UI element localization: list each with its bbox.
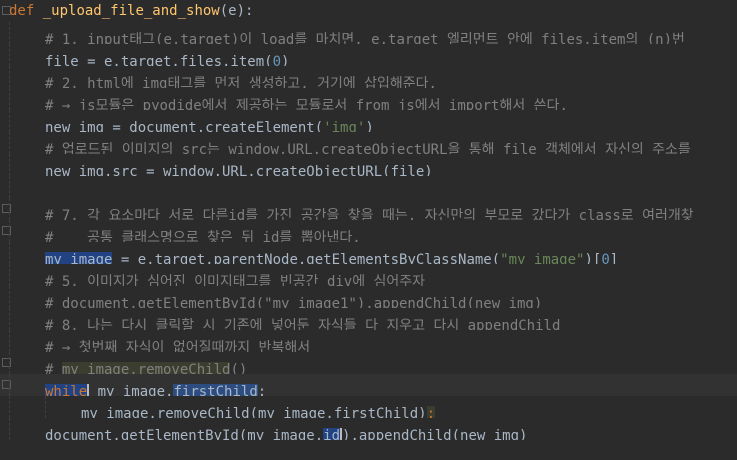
code-line[interactable]: # → 첫번째 자식이 없어질때까지 반복해서 [0,330,737,352]
function-params: (e): [219,3,254,19]
code-text: ).appendChild(new_img) [342,428,528,440]
selected-identifier: my_image [45,252,113,264]
comment: # → js모듈은 pyodide에서 제공하는 모듈로서 from js에서 … [45,98,568,110]
code-line-current[interactable]: while my_image.firstChild: [0,374,737,396]
code-line[interactable]: file = e.target.files.item(0) [0,44,737,66]
code-text: ) [365,120,374,132]
code-editor[interactable]: def _upload_file_and_show(e): # 1. input… [0,0,737,460]
code-text: = e.target.parentNode.getElementsByClass… [112,252,501,264]
number-literal: 0 [601,252,610,264]
code-line[interactable]: new_img.src = window.URL.createObjectURL… [0,154,737,176]
comment: # document.getElementById("my_image1").a… [45,296,543,308]
selected-identifier: id [323,428,343,440]
code-text: ) [281,54,290,66]
comment: # 1. input태그(e.target)이 load를 마치면, e.tar… [45,32,685,44]
code-line[interactable]: # 2. html에 img태그를 먼저 생성하고, 거기에 삽입해준다. [0,66,737,88]
code-line[interactable]: # → js모듈은 pyodide에서 제공하는 모듈로서 from js에서 … [0,88,737,110]
code-line[interactable]: # 업로드된 이미지의 src는 window.URL.createObject… [0,132,737,154]
identifier: my_image [97,384,166,396]
function-name: _upload_file_and_show [42,3,220,19]
code-text: new_img.src = window.URL.createObjectURL… [45,164,433,176]
code-text: )[ [584,252,602,264]
string-literal: "my_image" [500,252,585,264]
selected-attribute: firstChild [173,384,258,396]
comment: # 2. html에 img태그를 먼저 생성하고, 거기에 삽입해준다. [45,76,437,88]
highlighted-comment: my_image.removeChild [61,362,231,374]
string-literal: 'img' [323,120,366,132]
comment: # → 첫번째 자식이 없어질때까지 반복해서 [45,340,311,352]
comment: # [45,362,62,374]
code-text: document.getElementById(my_image. [45,428,324,440]
code-line[interactable]: # 공통 클래스명으로 찾은 뒤 id를 뽑아낸다. [0,220,737,242]
code-text: ] [609,252,619,264]
number-literal: 0 [272,54,282,66]
code-text: my_image.removeChild(my_image.firstChild… [81,406,427,418]
code-line[interactable]: # 1. input태그(e.target)이 load를 마치면, e.tar… [0,22,737,44]
keyword-def: def [9,3,35,19]
code-line[interactable]: # 7. 각 요소마다 서로 다른id를 가진 공간을 찾을 때는, 자신만의 … [0,198,737,220]
code-text: new_img = document.createElement( [45,120,324,132]
code-line[interactable] [0,176,737,198]
code-line[interactable]: def _upload_file_and_show(e): [0,0,737,22]
code-line[interactable]: # document.getElementById("my_image1").a… [0,286,737,308]
code-text: : [257,384,267,396]
comment: () [230,362,248,374]
comment: # 공통 클래스명으로 찾은 뒤 id를 뽑아낸다. [45,230,361,242]
code-line[interactable]: # 8. 나는 다시 클릭할 시 기존에 넣어둔 자식들 다 지우고 다시 ap… [0,308,737,330]
comment: # 7. 각 요소마다 서로 다른id를 가진 공간을 찾을 때는, 자신만의 … [45,208,694,220]
code-line[interactable]: # 5. 이미지가 심어진 이미지태그를 빈공간 div에 심어주자 [0,264,737,286]
semicolon: ; [426,406,436,418]
code-line[interactable]: # my_image.removeChild() [0,352,737,374]
comment: # 업로드된 이미지의 src는 window.URL.createObject… [45,142,691,154]
code-line[interactable]: document.getElementById(my_image.id).app… [0,418,737,440]
comment: # 8. 나는 다시 클릭할 시 기존에 넣어둔 자식들 다 지우고 다시 ap… [45,318,561,330]
code-line[interactable]: my_image.removeChild(my_image.firstChild… [0,396,737,418]
keyword-while: while [45,384,90,396]
comment: # 5. 이미지가 심어진 이미지태그를 빈공간 div에 심어주자 [45,274,426,286]
code-line[interactable]: my_image = e.target.parentNode.getElemen… [0,242,737,264]
code-text: file = e.target.files.item( [45,54,273,66]
code-line[interactable]: new_img = document.createElement('img') [0,110,737,132]
